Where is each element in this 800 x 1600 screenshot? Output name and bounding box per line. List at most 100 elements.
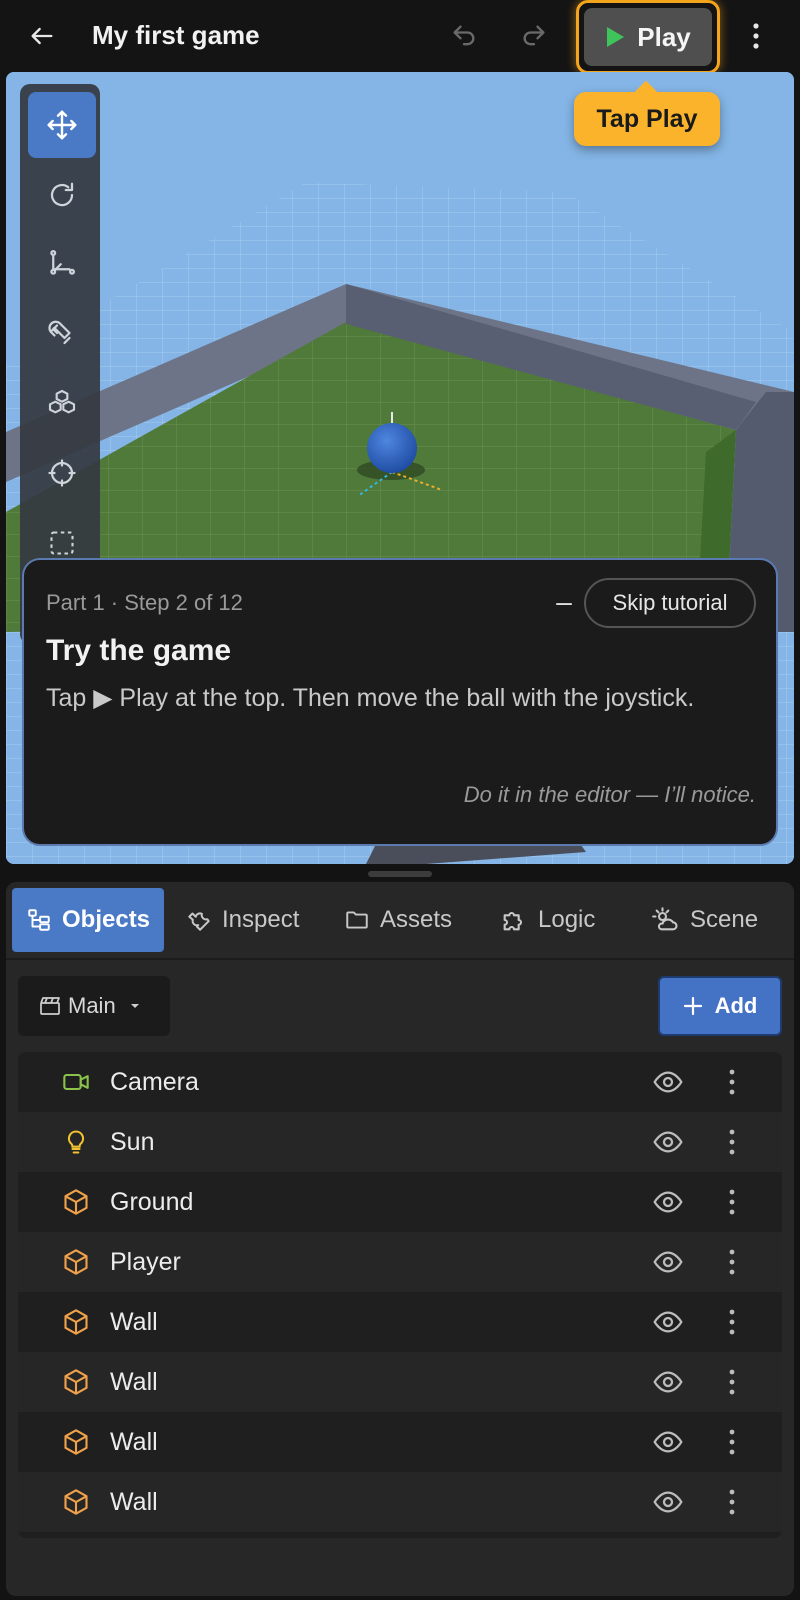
plus-icon [683,996,702,1016]
focus-tool-button[interactable] [28,440,96,506]
undo-icon [453,25,475,46]
folder-icon [346,911,368,929]
more-vertical-icon [753,23,759,49]
move-tool-button[interactable] [28,92,96,158]
tab-label: Assets [380,906,453,933]
list-item[interactable]: Wall [18,1412,782,1472]
object-name: Camera [110,1068,199,1096]
cube-icon [64,1429,88,1455]
redo-button[interactable] [512,16,556,56]
minimize-button[interactable]: – [544,582,584,622]
redo-icon [523,25,545,46]
add-object-button[interactable]: Add [658,976,782,1036]
page-title: My first game [92,20,260,50]
eye-icon[interactable] [652,1366,684,1398]
magnet-tool-button[interactable] [28,300,96,366]
eye-icon[interactable] [652,1426,684,1458]
eye-icon[interactable] [652,1246,684,1278]
object-name: Wall [110,1428,158,1456]
tab-scene[interactable]: Scene [638,888,772,952]
more-vertical-icon[interactable] [720,1306,744,1338]
cube-icon [64,1369,88,1395]
back-button[interactable] [20,16,64,56]
object-name: Sun [110,1128,155,1156]
back-arrow-icon [31,27,53,45]
list-item[interactable]: Player [18,1232,782,1292]
eye-icon[interactable] [652,1186,684,1218]
play-button[interactable]: Play [584,8,712,66]
more-vertical-icon[interactable] [720,1366,744,1398]
tutorial-hint: Do it in the editor — I’ll notice. [463,782,756,807]
undo-button[interactable] [442,16,486,56]
tab-objects[interactable]: Objects [12,888,165,952]
tab-inspect[interactable]: Inspect [172,888,313,952]
object-name: Player [110,1248,181,1276]
rotate-tool-button[interactable] [28,162,96,228]
resize-handle[interactable] [368,871,432,877]
more-vertical-icon[interactable] [720,1186,744,1218]
clapperboard-icon [40,997,60,1015]
list-item[interactable]: Wall [18,1352,782,1412]
play-label: Play [637,21,691,52]
rotate-icon [50,182,74,207]
object-name: Wall [110,1488,158,1516]
more-menu-button[interactable] [736,16,776,56]
tutorial-step: Part 1 · Step 2 of 12 [46,590,243,615]
tree-icon [28,909,50,931]
bulb-icon [67,1130,85,1154]
objects-tool-button[interactable] [28,370,96,436]
cube-icon [64,1249,88,1275]
tab-label: Logic [538,906,596,933]
list-item[interactable]: Ground [18,1172,782,1232]
tab-logic[interactable]: Logic [486,888,609,952]
move-icon [47,110,77,140]
scale-tool-button[interactable] [28,230,96,296]
eye-icon[interactable] [652,1306,684,1338]
scene-select[interactable]: Main [18,976,170,1036]
tab-label: Inspect [222,906,300,933]
skip-tutorial-button[interactable]: Skip tutorial [584,578,756,628]
cube-icon [64,1309,88,1335]
tooltip-text: Tap Play [596,104,698,133]
scene-select-value: Main [68,993,116,1018]
eye-icon[interactable] [652,1066,684,1098]
scale-icon [50,250,75,275]
add-label: Add [714,993,758,1018]
cube-icon [64,1189,88,1215]
weather-icon [652,907,678,931]
more-vertical-icon[interactable] [720,1126,744,1158]
crosshair-icon [48,459,76,487]
object-list: Camera Sun Ground Player Wall Wall Wall … [18,1052,782,1538]
play-icon [607,27,625,47]
play-tooltip: Tap Play [574,92,720,146]
more-vertical-icon[interactable] [720,1066,744,1098]
tutorial-card: Part 1 · Step 2 of 12 – Skip tutorial Tr… [22,558,778,846]
list-item[interactable]: Camera [18,1052,782,1112]
panel-tabs: Objects Inspect Assets Logic Scene [6,882,794,960]
object-name: Ground [110,1188,194,1216]
tutorial-body: Tap ▶ Play at the top. Then move the bal… [46,684,695,712]
more-vertical-icon[interactable] [720,1426,744,1458]
caret-down-icon [130,1004,139,1008]
more-vertical-icon[interactable] [720,1486,744,1518]
list-item[interactable]: Wall [18,1292,782,1352]
camera-icon [63,1073,89,1091]
tab-label: Scene [690,906,759,933]
wrench-icon [188,912,210,931]
eye-icon[interactable] [652,1486,684,1518]
more-vertical-icon[interactable] [720,1246,744,1278]
eye-icon[interactable] [652,1126,684,1158]
cube-icon [64,1489,88,1515]
list-item[interactable]: Sun [18,1112,782,1172]
object-name: Wall [110,1308,158,1336]
tab-assets[interactable]: Assets [330,888,466,952]
top-bar: My first game Play [0,0,800,74]
tab-label: Objects [62,906,151,933]
object-name: Wall [110,1368,158,1396]
tutorial-title: Try the game [46,634,232,667]
magnet-icon [48,320,71,345]
list-item[interactable]: Wall [18,1472,782,1532]
select-box-icon [50,531,74,555]
puzzle-icon [503,911,523,931]
bottom-panel: Objects Inspect Assets Logic Scene Main … [6,882,794,1596]
